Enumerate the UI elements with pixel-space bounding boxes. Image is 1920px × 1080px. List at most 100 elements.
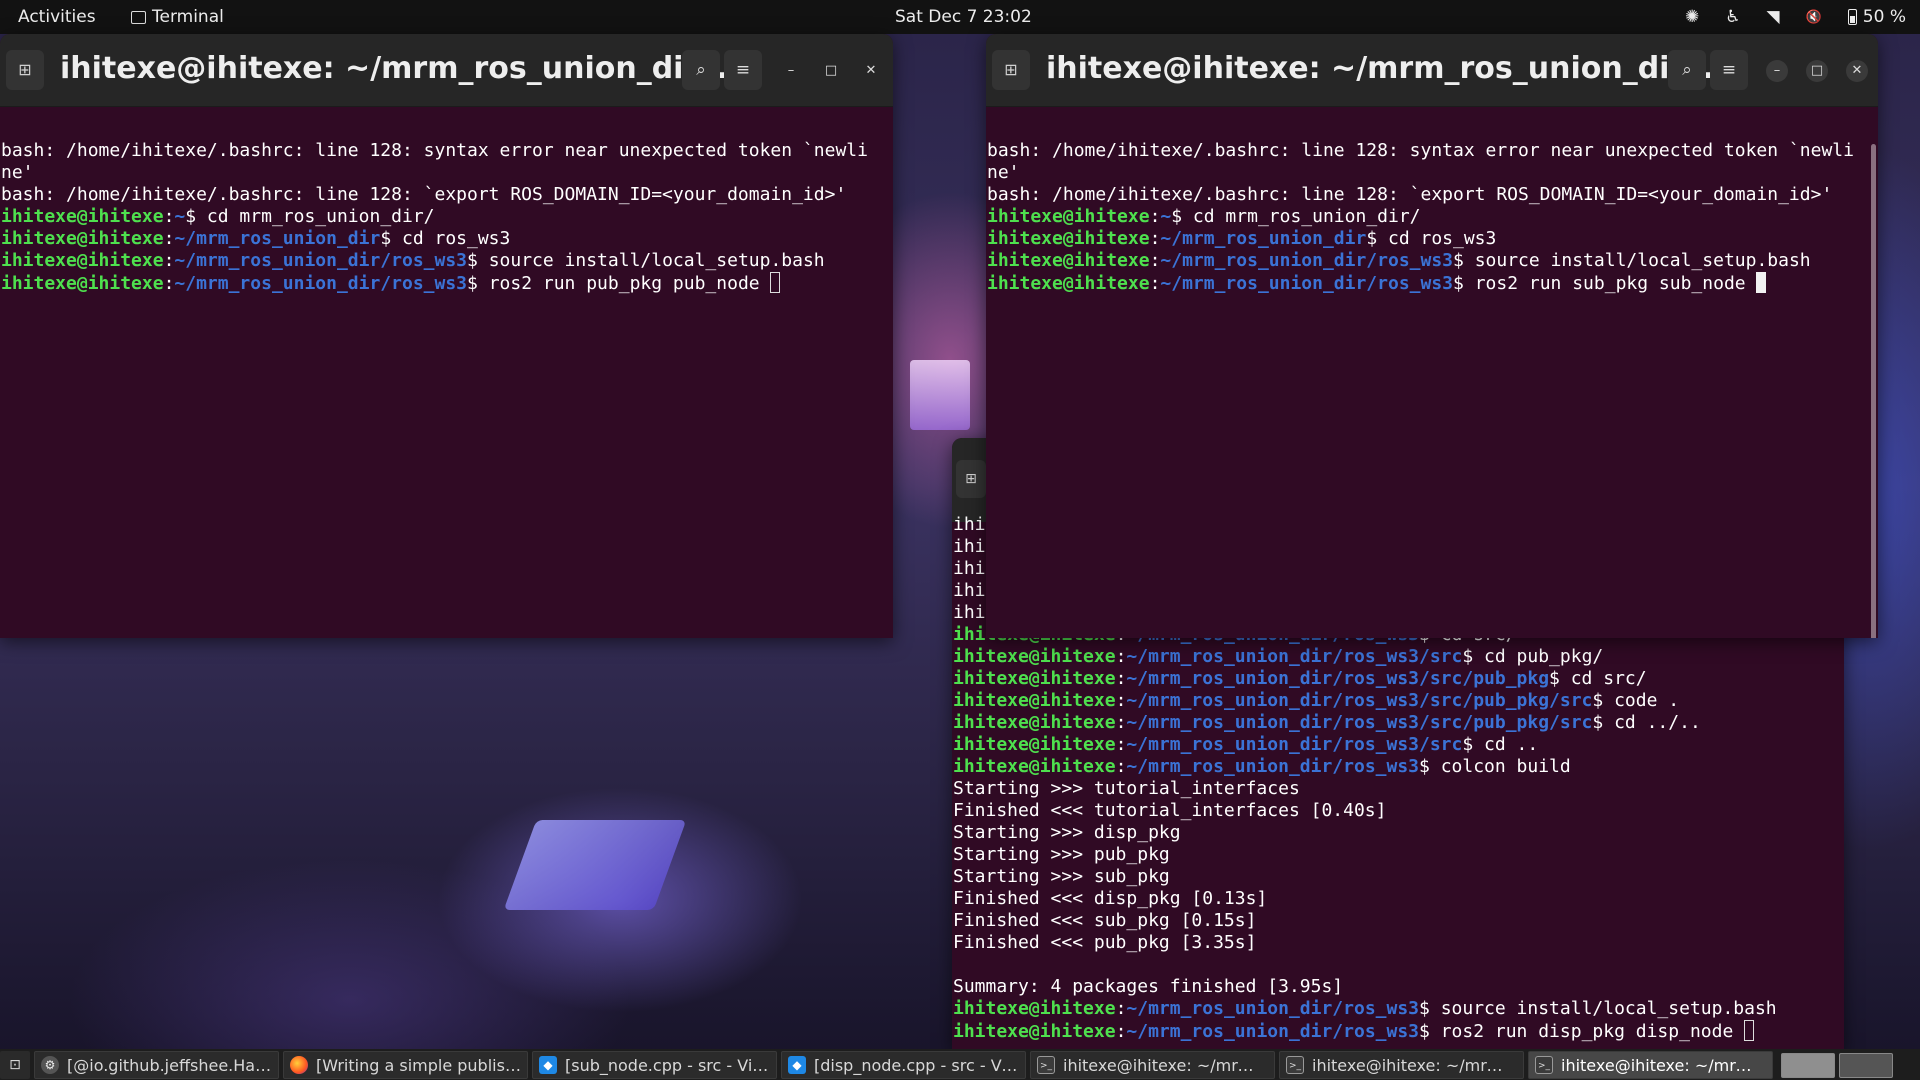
prompt-path: ~/mrm_ros_union_dir/ros_ws3: [1160, 250, 1454, 271]
firefox-icon: [290, 1056, 308, 1074]
prompt-user: ihitexe@ihitexe: [1, 273, 164, 294]
taskbar-item[interactable]: [Writing a simple publish...: [283, 1051, 528, 1079]
minimize-icon[interactable]: –: [780, 60, 802, 82]
output-text: Starting >>> tutorial_interfaces: [953, 778, 1300, 799]
command-text: $ cd ../..: [1592, 712, 1701, 733]
output-text: ihi: [953, 514, 986, 535]
terminal-line: ihitexe@ihitexe:~/mrm_ros_union_dir/ros_…: [953, 734, 1844, 756]
terminal-icon: >_: [1037, 1056, 1055, 1074]
taskbar-item-label: ihitexe@ihitexe: ~/mrm_r...: [1063, 1055, 1268, 1075]
taskbar-item[interactable]: >_ ihitexe@ihitexe: ~/mrm_r...: [1279, 1051, 1524, 1079]
prompt-path: ~/mrm_ros_union_dir/ros_ws3/src/pub_pkg: [1126, 668, 1550, 689]
output-text: bash: /home/ihitexe/.bashrc: line 128: s…: [1, 140, 868, 161]
taskbar-item-label: ihitexe@ihitexe: ~/mrm_r...: [1312, 1055, 1517, 1075]
accessibility-icon[interactable]: ♿: [1725, 7, 1740, 27]
output-text: bash: /home/ihitexe/.bashrc: line 128: s…: [987, 140, 1854, 161]
terminal-window-1[interactable]: ⊞ ihitexe@ihitexe: ~/mrm_ros_union_dir..…: [0, 34, 893, 638]
wallpaper-lit-window: [910, 360, 970, 430]
search-icon[interactable]: ⌕: [682, 50, 720, 90]
terminal-1-titlebar[interactable]: ⊞ ihitexe@ihitexe: ~/mrm_ros_union_dir..…: [0, 34, 893, 107]
screen-share-icon[interactable]: ✺: [1685, 7, 1699, 27]
output-text: ihi: [953, 536, 986, 557]
terminal-line: Finished <<< tutorial_interfaces [0.40s]: [953, 800, 1844, 822]
prompt-user: ihitexe@ihitexe: [953, 712, 1116, 733]
prompt-separator: :: [1149, 273, 1161, 294]
terminal-2-output[interactable]: bash: /home/ihitexe/.bashrc: line 128: s…: [986, 140, 1878, 638]
command-text: $ cd src/: [1549, 668, 1647, 689]
workspace-1[interactable]: [1781, 1052, 1835, 1078]
prompt-user: ihitexe@ihitexe: [987, 206, 1150, 227]
terminal-line: ihitexe@ihitexe:~/mrm_ros_union_dir/ros_…: [953, 668, 1844, 690]
taskbar-item[interactable]: >_ ihitexe@ihitexe: ~/mrm_r...: [1030, 1051, 1275, 1079]
output-text: Starting >>> pub_pkg: [953, 844, 1170, 865]
maximize-icon[interactable]: □: [1806, 60, 1828, 82]
prompt-separator: :: [1115, 690, 1127, 711]
terminal-line: Starting >>> disp_pkg: [953, 822, 1844, 844]
terminal-line: ihitexe@ihitexe:~/mrm_ros_union_dir/ros_…: [953, 646, 1844, 668]
close-icon[interactable]: ✕: [860, 60, 882, 82]
battery-indicator[interactable]: 50 %: [1847, 7, 1906, 27]
prompt-separator: :: [1115, 998, 1127, 1019]
terminal-line: Starting >>> pub_pkg: [953, 844, 1844, 866]
prompt-path: ~/mrm_ros_union_dir/ros_ws3: [174, 273, 468, 294]
system-tray[interactable]: ✺ ♿ ◥ 🔇 50 %: [1685, 7, 1906, 27]
prompt-separator: :: [1115, 646, 1127, 667]
command-text: $ cd ..: [1462, 734, 1539, 755]
prompt-path: ~/mrm_ros_union_dir/ros_ws3: [1126, 756, 1420, 777]
output-text: bash: /home/ihitexe/.bashrc: line 128: `…: [1, 184, 847, 205]
settings-icon: ⚙: [41, 1056, 59, 1074]
terminal-line: bash: /home/ihitexe/.bashrc: line 128: `…: [1, 184, 893, 206]
text-cursor: [1756, 272, 1767, 293]
wifi-icon[interactable]: ◥: [1767, 7, 1780, 27]
prompt-path: ~/mrm_ros_union_dir/ros_ws3: [1126, 998, 1420, 1019]
prompt-path: ~/mrm_ros_union_dir: [1160, 228, 1367, 249]
terminal-line: bash: /home/ihitexe/.bashrc: line 128: `…: [987, 184, 1878, 206]
terminal-line: Starting >>> sub_pkg: [953, 866, 1844, 888]
clock[interactable]: Sat Dec 7 23:02: [895, 7, 1032, 27]
close-icon[interactable]: ✕: [1846, 60, 1868, 82]
prompt-user: ihitexe@ihitexe: [987, 228, 1150, 249]
show-desktop-icon[interactable]: ⊡: [0, 1051, 30, 1079]
new-tab-icon[interactable]: ⊞: [956, 460, 986, 498]
prompt-separator: :: [1115, 712, 1127, 733]
app-menu-label: Terminal: [152, 7, 224, 27]
terminal-2-scrollbar[interactable]: [1871, 144, 1876, 638]
app-menu[interactable]: Terminal: [131, 7, 224, 27]
workspace-switcher[interactable]: [1781, 1051, 1893, 1079]
terminal-window-2[interactable]: ⊞ ihitexe@ihitexe: ~/mrm_ros_union_dir..…: [986, 34, 1878, 638]
terminal-icon: >_: [1286, 1056, 1304, 1074]
new-tab-icon[interactable]: ⊞: [992, 50, 1030, 90]
terminal-line: Finished <<< sub_pkg [0.15s]: [953, 910, 1844, 932]
prompt-separator: :: [1115, 1021, 1127, 1042]
taskbar-item[interactable]: ◆ [sub_node.cpp - src - Visu...: [532, 1051, 777, 1079]
taskbar-item-label: ihitexe@ihitexe: ~/mrm_r...: [1561, 1055, 1766, 1075]
text-cursor: [1744, 1020, 1755, 1041]
search-icon[interactable]: ⌕: [1668, 50, 1706, 90]
output-text: Summary: 4 packages finished [3.95s]: [953, 976, 1344, 997]
output-text: Starting >>> disp_pkg: [953, 822, 1181, 843]
taskbar-item[interactable]: >_ ihitexe@ihitexe: ~/mrm_r...: [1528, 1051, 1773, 1079]
terminal-line: ihitexe@ihitexe:~$ cd mrm_ros_union_dir/: [987, 206, 1878, 228]
command-text: $ code .: [1592, 690, 1680, 711]
taskbar-item[interactable]: ⚙ [@io.github.jeffshee.Han...: [34, 1051, 279, 1079]
text-cursor: [770, 272, 781, 293]
maximize-icon[interactable]: □: [820, 60, 842, 82]
command-text: $ ros2 run pub_pkg pub_node: [467, 273, 771, 294]
task-list: ⚙ [@io.github.jeffshee.Han... [Writing a s…: [34, 1051, 1773, 1079]
taskbar-item[interactable]: ◆ [disp_node.cpp - src - Vis...: [781, 1051, 1026, 1079]
volume-muted-icon[interactable]: 🔇: [1806, 10, 1822, 25]
minimize-icon[interactable]: –: [1766, 60, 1788, 82]
prompt-path: ~/mrm_ros_union_dir/ros_ws3/src/pub_pkg/…: [1126, 712, 1593, 733]
activities-button[interactable]: Activities: [18, 7, 96, 27]
hamburger-menu-icon[interactable]: ≡: [1710, 50, 1748, 90]
prompt-user: ihitexe@ihitexe: [953, 646, 1116, 667]
terminal-1-output[interactable]: bash: /home/ihitexe/.bashrc: line 128: s…: [0, 140, 893, 638]
terminal-2-titlebar[interactable]: ⊞ ihitexe@ihitexe: ~/mrm_ros_union_dir..…: [986, 34, 1878, 107]
taskbar-item-label: [sub_node.cpp - src - Visu...: [565, 1055, 770, 1075]
hamburger-menu-icon[interactable]: ≡: [724, 50, 762, 90]
workspace-2[interactable]: [1839, 1052, 1893, 1078]
prompt-separator: :: [163, 228, 175, 249]
terminal-line: ihitexe@ihitexe:~/mrm_ros_union_dir/ros_…: [1, 250, 893, 272]
new-tab-icon[interactable]: ⊞: [6, 50, 44, 90]
